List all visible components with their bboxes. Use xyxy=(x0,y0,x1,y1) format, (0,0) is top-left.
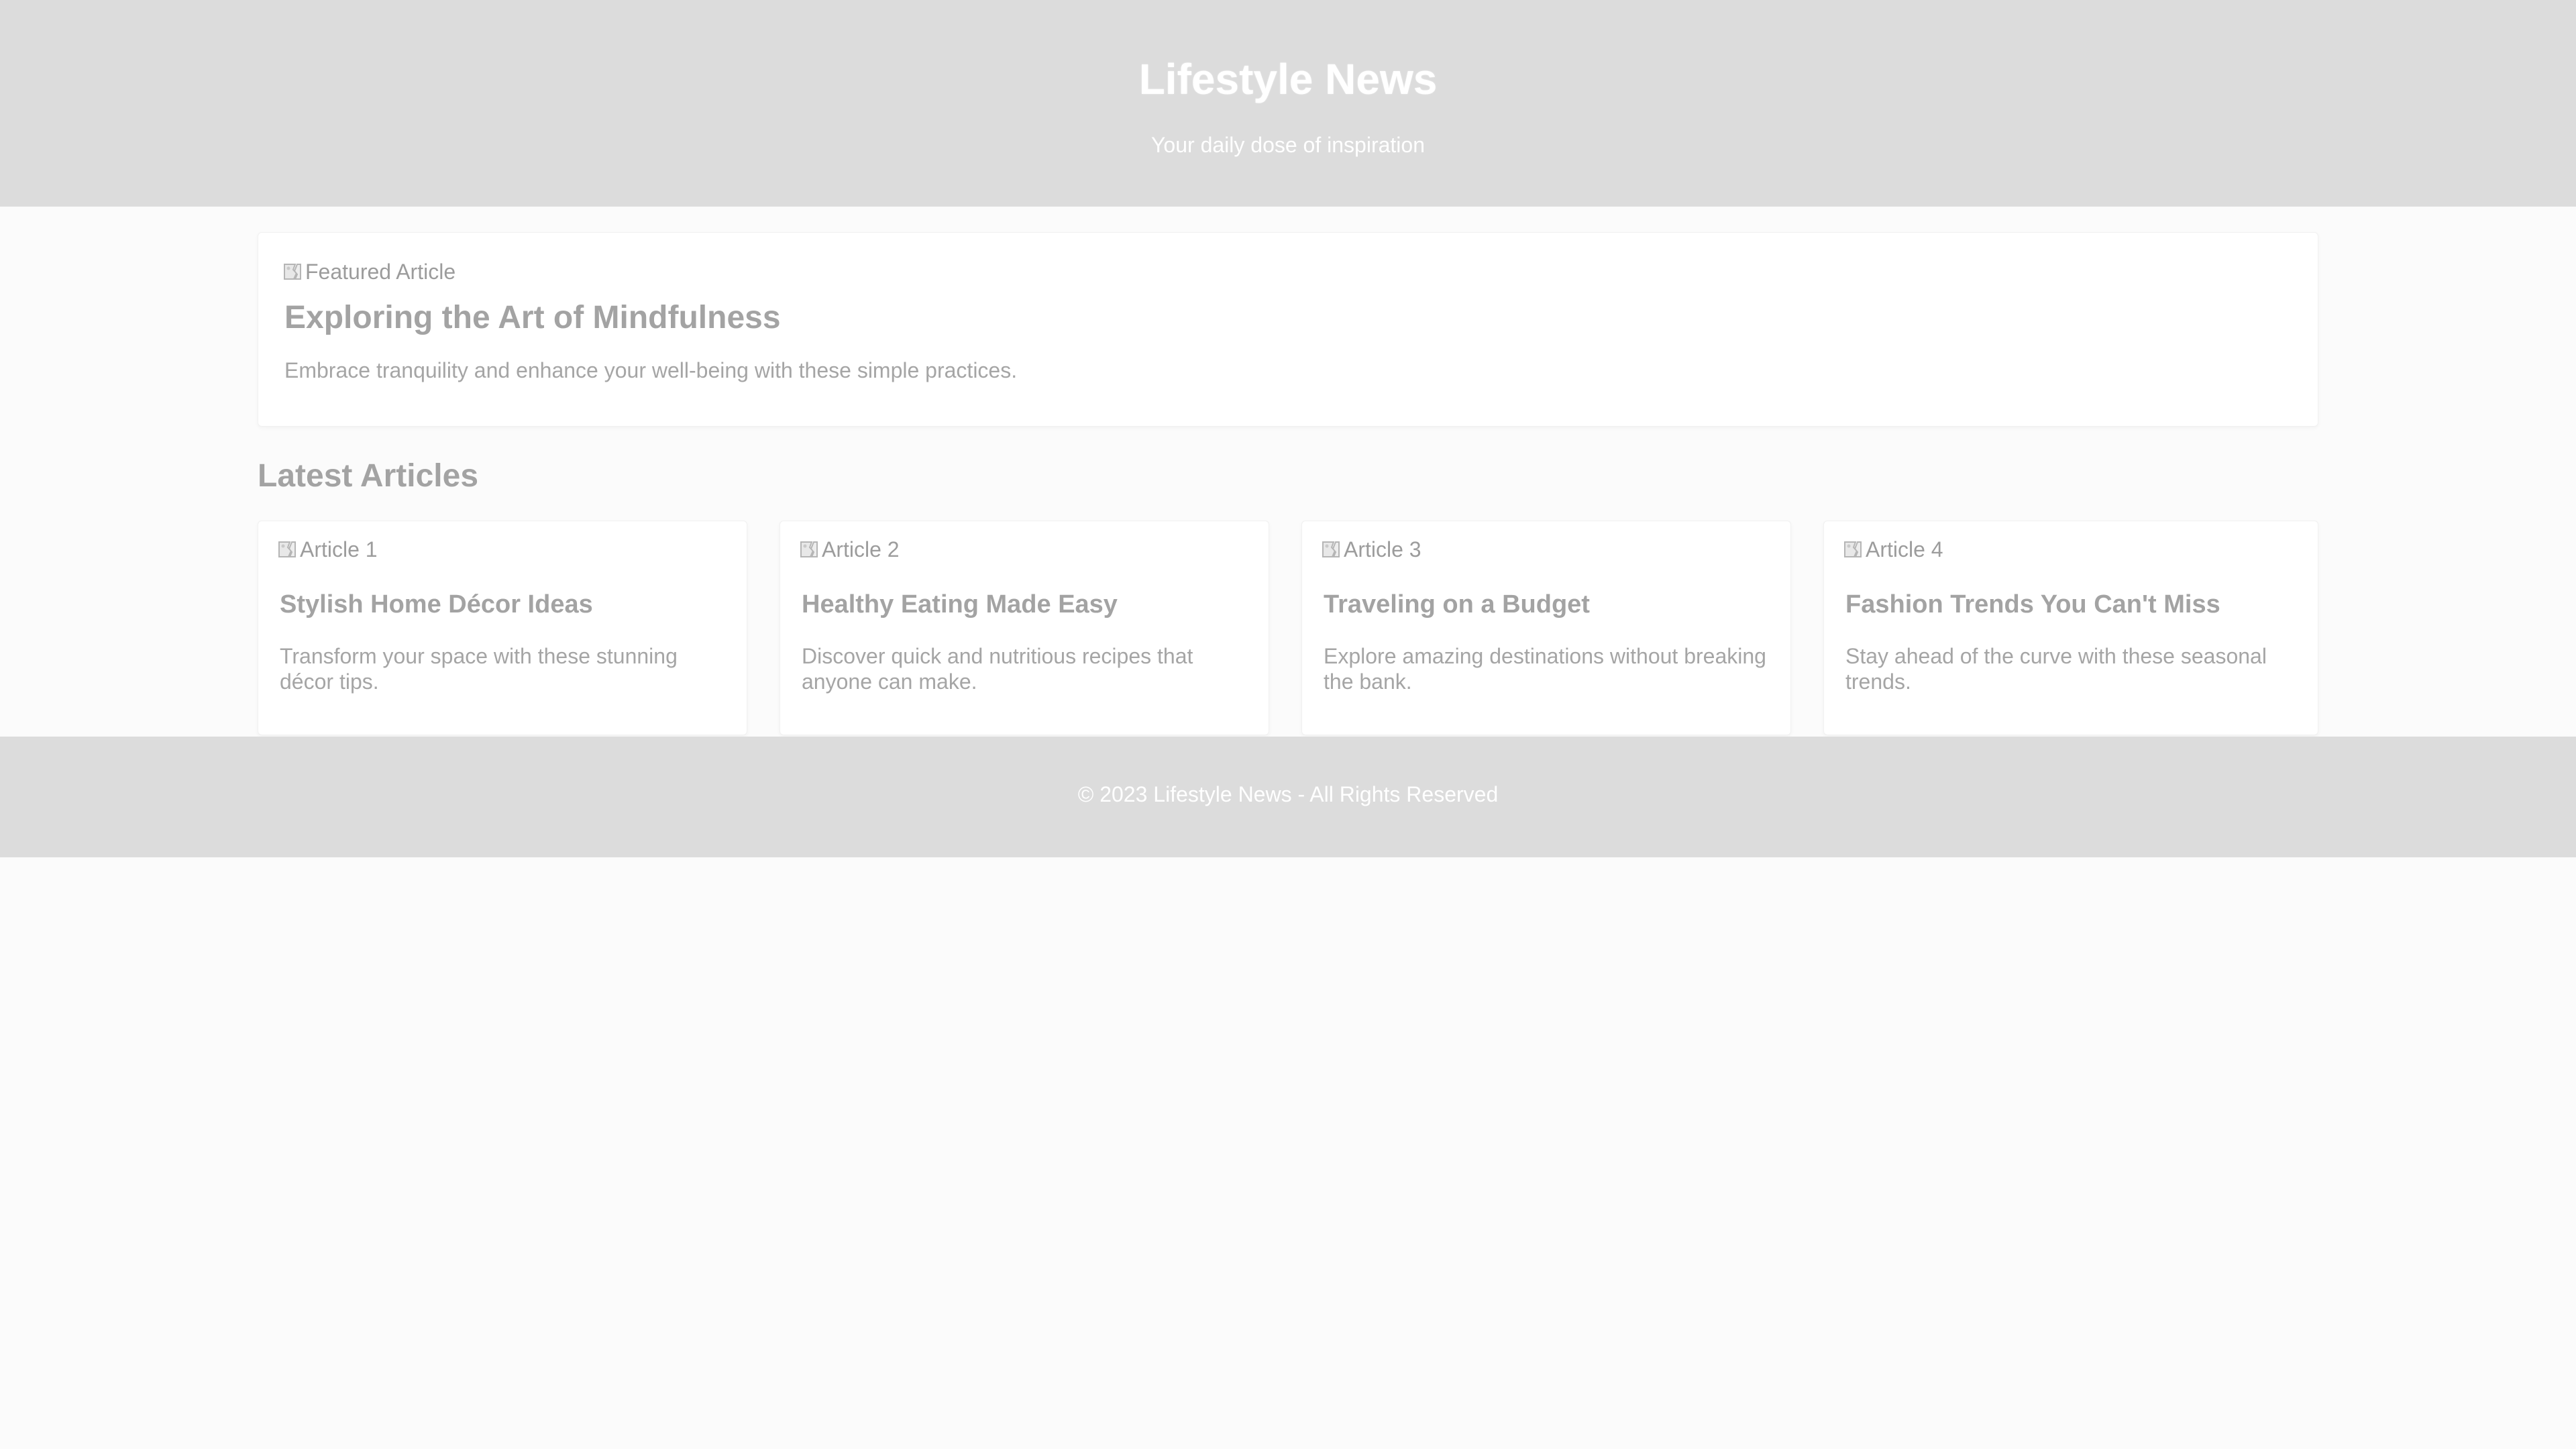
article-image-alt: Article 2 xyxy=(822,537,900,561)
article-card-4[interactable]: Article 4 Fashion Trends You Can't Miss … xyxy=(1823,521,2318,735)
article-description: Stay ahead of the curve with these seaso… xyxy=(1845,644,2267,694)
site-tagline: Your daily dose of inspiration xyxy=(1151,133,1425,157)
site-title: Lifestyle News xyxy=(1138,55,1438,103)
featured-description: Embrace tranquility and enhance your wel… xyxy=(284,358,1018,382)
article-title[interactable]: Healthy Eating Made Easy xyxy=(802,588,1118,621)
article-description: Discover quick and nutritious recipes th… xyxy=(802,644,1193,694)
featured-title[interactable]: Exploring the Art of Mindfulness xyxy=(284,298,781,338)
article-description: Transform your space with these stunning… xyxy=(280,644,678,694)
broken-image-icon xyxy=(276,538,299,561)
site-footer: © 2023 Lifestyle News - All Rights Reser… xyxy=(0,737,2576,857)
article-image[interactable]: Article 2 xyxy=(798,536,900,563)
featured-image-alt: Featured Article xyxy=(305,260,456,284)
article-image[interactable]: Article 4 xyxy=(1841,536,1943,563)
article-title[interactable]: Stylish Home Décor Ideas xyxy=(280,588,593,621)
article-description: Explore amazing destinations without bre… xyxy=(1324,644,1766,694)
article-image-alt: Article 4 xyxy=(1866,537,1943,561)
featured-image[interactable]: Featured Article xyxy=(281,258,455,285)
article-title[interactable]: Fashion Trends You Can't Miss xyxy=(1845,588,2220,621)
article-image-alt: Article 1 xyxy=(300,537,378,561)
article-image[interactable]: Article 3 xyxy=(1320,536,1421,563)
article-card-1[interactable]: Article 1 Stylish Home Décor Ideas Trans… xyxy=(258,521,747,735)
latest-articles-heading: Latest Articles xyxy=(258,458,479,494)
article-image-alt: Article 3 xyxy=(1344,537,1421,561)
footer-copyright: © 2023 Lifestyle News - All Rights Reser… xyxy=(1077,782,1499,806)
broken-image-icon xyxy=(281,260,304,283)
article-title[interactable]: Traveling on a Budget xyxy=(1324,588,1590,621)
broken-image-icon xyxy=(1841,538,1864,561)
article-image[interactable]: Article 1 xyxy=(276,536,378,563)
broken-image-icon xyxy=(1320,538,1342,561)
article-grid: Article 1 Stylish Home Décor Ideas Trans… xyxy=(258,521,2318,735)
site-header: Lifestyle News Your daily dose of inspir… xyxy=(0,0,2576,207)
article-card-3[interactable]: Article 3 Traveling on a Budget Explore … xyxy=(1301,521,1791,735)
broken-image-icon xyxy=(798,538,820,561)
article-card-2[interactable]: Article 2 Healthy Eating Made Easy Disco… xyxy=(780,521,1269,735)
